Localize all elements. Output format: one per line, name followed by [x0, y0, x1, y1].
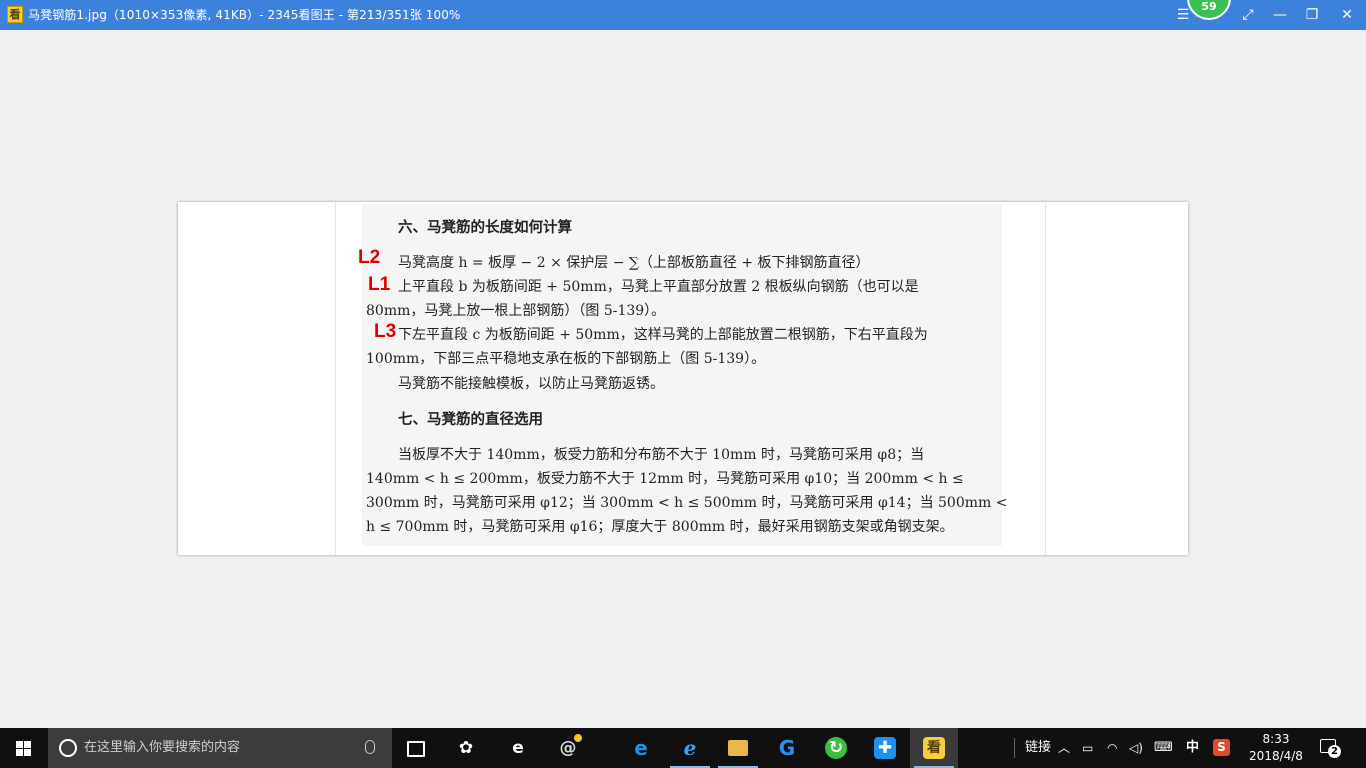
- lower-straight-line-cont: 100mm，下部三点平稳地支承在板的下部钢筋上（图 5-139）。: [366, 351, 766, 367]
- volume-icon[interactable]: ◁): [1129, 728, 1143, 768]
- taskbar-app-fan[interactable]: ✿: [442, 728, 490, 768]
- page-gutter-left: [335, 202, 336, 555]
- window-title: 马凳钢筋1.jpg（1010×353像素, 41KB）- 2345看图王 - 第…: [28, 8, 461, 22]
- sogou-ime-icon[interactable]: S: [1213, 739, 1230, 756]
- diameter-para-line-1: 当板厚不大于 140mm，板受力筋和分布筋不大于 10mm 时，马凳筋可采用 φ…: [398, 447, 925, 463]
- taskbar-app-browser-g[interactable]: G: [763, 728, 811, 768]
- clock-time: 8:33: [1262, 732, 1290, 746]
- notification-count: 2: [1328, 745, 1341, 758]
- bell-badge-icon: [574, 734, 582, 742]
- folder-icon: [728, 740, 748, 756]
- taskbar-app-explorer[interactable]: [714, 728, 762, 768]
- start-button[interactable]: [0, 728, 48, 768]
- app-icon: 看: [7, 6, 23, 23]
- tray-divider: [1014, 738, 1015, 758]
- internet-explorer-icon: ℯ: [683, 736, 697, 760]
- blue-app-icon: ✚: [874, 737, 896, 759]
- menu-button[interactable]: ☰: [1168, 0, 1198, 30]
- marker-l2: L2: [358, 247, 381, 268]
- fan-app-icon: ✿: [458, 738, 474, 758]
- wifi-icon[interactable]: ◠: [1107, 728, 1117, 768]
- heading-seven: 七、马凳筋的直径选用: [398, 412, 543, 428]
- restore-button[interactable]: ❐: [1297, 0, 1327, 30]
- tray-link-label[interactable]: 链接: [1025, 728, 1051, 768]
- upper-straight-line: 上平直段 b 为板筋间距 + 50mm，马凳上平直部分放置 2 根板纵向钢筋（也…: [398, 279, 919, 295]
- title-bar: 看 马凳钢筋1.jpg（1010×353像素, 41KB）- 2345看图王 -…: [0, 0, 1366, 30]
- taskbar-app-spiral[interactable]: @: [544, 728, 592, 768]
- taskbar-search-box[interactable]: 在这里输入你要搜索的内容: [48, 728, 392, 768]
- diameter-para-line-2: 140mm < h ≤ 200mm，板受力筋不大于 12mm 时，马凳筋可采用 …: [366, 471, 964, 487]
- edge-icon: e: [634, 736, 648, 760]
- close-button[interactable]: ✕: [1332, 0, 1362, 30]
- heading-six: 六、马凳筋的长度如何计算: [398, 220, 572, 236]
- marker-l1: L1: [368, 274, 391, 295]
- taskbar-app-edge-outline[interactable]: e: [494, 728, 542, 768]
- edge-outline-icon: e: [512, 738, 524, 758]
- scanned-document: 六、马凳筋的长度如何计算 马凳高度 h = 板厚 − 2 × 保护层 − ∑（上…: [362, 204, 1007, 546]
- taskbar-app-blue[interactable]: ✚: [861, 728, 909, 768]
- taskbar-app-image-viewer[interactable]: 看: [910, 728, 958, 768]
- lower-straight-line: 下左平直段 c 为板筋间距 + 50mm，这样马凳的上部能放置二根钢筋，下右平直…: [398, 327, 928, 343]
- page-gutter-right: [1045, 202, 1046, 555]
- system-clock[interactable]: 8:33 2018/4/8: [1244, 731, 1308, 765]
- task-view-icon: [407, 741, 425, 757]
- task-view-button[interactable]: [392, 728, 440, 768]
- keyboard-icon[interactable]: ⌨: [1154, 728, 1173, 768]
- fullscreen-button[interactable]: ⤢: [1233, 0, 1263, 30]
- image-viewer-icon: 看: [923, 737, 945, 759]
- battery-icon[interactable]: ▭: [1082, 728, 1093, 768]
- image-canvas[interactable]: 六、马凳筋的长度如何计算 马凳高度 h = 板厚 − 2 × 保护层 − ∑（上…: [178, 202, 1188, 555]
- green-app-icon: ↻: [825, 737, 847, 759]
- search-placeholder: 在这里输入你要搜索的内容: [84, 740, 241, 755]
- stool-height-line: 马凳高度 h = 板厚 − 2 × 保护层 − ∑（上部板筋直径 + 板下排钢筋…: [398, 255, 870, 271]
- action-center-button[interactable]: 2: [1318, 737, 1341, 758]
- minimize-button[interactable]: —: [1265, 0, 1295, 30]
- taskbar: 在这里输入你要搜索的内容 ✿ e @ e ℯ G ↻ ✚ 看 链接 ︿ ▭ ◠: [0, 728, 1366, 768]
- ime-indicator[interactable]: 中: [1186, 728, 1199, 768]
- diameter-para-line-3: 300mm 时，马凳筋可采用 φ12；当 300mm < h ≤ 500mm 时…: [366, 495, 1008, 511]
- microphone-icon[interactable]: [365, 740, 375, 754]
- g-browser-icon: G: [778, 736, 796, 760]
- taskbar-app-edge[interactable]: e: [617, 728, 665, 768]
- diameter-para-line-4: h ≤ 700mm 时，马凳筋可采用 φ16；厚度大于 800mm 时，最好采用…: [366, 519, 954, 535]
- clock-date: 2018/4/8: [1249, 749, 1303, 763]
- cortana-icon: [59, 739, 77, 757]
- rust-note-line: 马凳筋不能接触模板，以防止马凳筋返锈。: [398, 376, 664, 392]
- chevron-up-icon[interactable]: ︿: [1058, 728, 1070, 768]
- taskbar-app-ie[interactable]: ℯ: [666, 728, 714, 768]
- marker-l3: L3: [374, 321, 397, 342]
- windows-logo-icon: [16, 741, 32, 756]
- upper-straight-line-cont: 80mm，马凳上放一根上部钢筋）（图 5-139）。: [366, 303, 666, 319]
- taskbar-app-green[interactable]: ↻: [812, 728, 860, 768]
